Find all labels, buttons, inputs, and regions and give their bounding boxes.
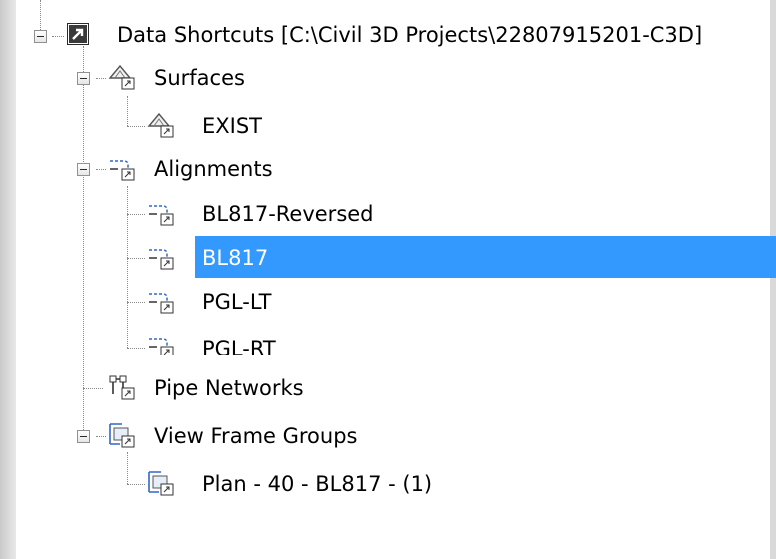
alignment-icon bbox=[149, 293, 174, 314]
tree-node-label: BL817 bbox=[202, 246, 269, 270]
tree-node-pgl-lt[interactable]: PGL-LT bbox=[145, 282, 445, 322]
surface-icon bbox=[108, 64, 135, 90]
tree-line bbox=[127, 348, 145, 349]
tree-line bbox=[127, 186, 128, 348]
tree-line bbox=[127, 452, 128, 484]
tree-node-label: Data Shortcuts [C:\Civil 3D Projects\228… bbox=[117, 23, 703, 47]
collapse-toggle-alignments[interactable] bbox=[77, 163, 90, 176]
tree-line bbox=[127, 126, 145, 127]
collapse-toggle-view-frame-groups[interactable] bbox=[77, 430, 90, 443]
surface-icon bbox=[147, 112, 174, 138]
tree-node-bl817[interactable]: BL817 bbox=[145, 238, 445, 278]
tree-line bbox=[127, 258, 145, 259]
tree-line bbox=[96, 169, 106, 170]
tree-line bbox=[127, 484, 145, 485]
view-frame-icon bbox=[109, 423, 135, 448]
tree-node-surfaces[interactable]: Surfaces bbox=[106, 58, 306, 98]
shortcut-arrow-icon bbox=[67, 23, 89, 45]
alignment-icon bbox=[110, 160, 135, 181]
tree-node-plan-40-bl817[interactable]: Plan - 40 - BL817 - (1) bbox=[145, 464, 545, 504]
tree-node-bl817-reversed[interactable]: BL817-Reversed bbox=[145, 194, 445, 234]
tree-node-label: PGL-RT bbox=[202, 337, 276, 355]
tree-line bbox=[127, 302, 145, 303]
tree-line bbox=[96, 78, 106, 79]
alignment-icon bbox=[149, 249, 174, 270]
tree-line bbox=[96, 436, 106, 437]
alignment-icon bbox=[149, 338, 174, 355]
alignment-icon bbox=[149, 205, 174, 226]
collapse-toggle-root[interactable] bbox=[34, 30, 47, 43]
tree-node-label: Pipe Networks bbox=[154, 376, 304, 400]
tree-node-label: Alignments bbox=[154, 157, 273, 181]
pipe-network-icon bbox=[109, 375, 135, 400]
tree-node-label: EXIST bbox=[202, 114, 263, 138]
tree-node-data-shortcuts[interactable]: Data Shortcuts [C:\Civil 3D Projects\228… bbox=[64, 15, 764, 55]
tree-node-label: Plan - 40 - BL817 - (1) bbox=[202, 472, 433, 496]
tree-line bbox=[52, 36, 64, 37]
tree-line bbox=[127, 214, 145, 215]
tree-node-exist[interactable]: EXIST bbox=[145, 106, 345, 146]
tree-line bbox=[127, 96, 128, 126]
tree-line bbox=[83, 46, 84, 436]
view-frame-icon bbox=[148, 471, 174, 496]
tree-node-alignments[interactable]: Alignments bbox=[106, 149, 326, 189]
tree-node-label: BL817-Reversed bbox=[202, 202, 374, 226]
tree-line bbox=[83, 388, 103, 389]
collapse-toggle-surfaces[interactable] bbox=[77, 72, 90, 85]
tree-node-label: Surfaces bbox=[154, 66, 245, 90]
data-shortcuts-tree: Data Shortcuts [C:\Civil 3D Projects\228… bbox=[0, 0, 776, 559]
tree-line bbox=[40, 0, 41, 30]
tree-node-view-frame-groups[interactable]: View Frame Groups bbox=[106, 416, 406, 456]
tree-node-label: PGL-LT bbox=[202, 290, 272, 314]
tree-node-pipe-networks[interactable]: Pipe Networks bbox=[106, 368, 366, 408]
tree-node-label: View Frame Groups bbox=[154, 424, 358, 448]
tree-node-pgl-rt[interactable]: PGL-RT bbox=[145, 327, 445, 355]
